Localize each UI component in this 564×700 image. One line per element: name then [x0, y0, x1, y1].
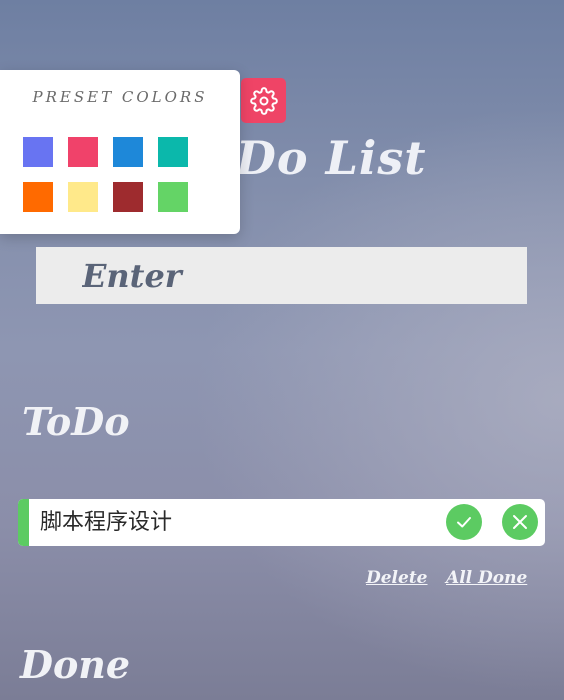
todo-section-title: ToDo: [22, 399, 130, 444]
delete-link[interactable]: Delete: [366, 568, 428, 588]
preset-colors-panel: PRESET COLORS: [0, 70, 240, 234]
color-swatch-8[interactable]: [158, 182, 188, 212]
color-swatch-1[interactable]: [23, 137, 53, 167]
todo-item-text: 脚本程序设计: [40, 510, 173, 535]
color-swatch-7[interactable]: [113, 182, 143, 212]
color-swatch-5[interactable]: [23, 182, 53, 212]
settings-button[interactable]: [241, 78, 286, 123]
remove-button[interactable]: [502, 504, 538, 540]
preset-colors-title: PRESET COLORS: [32, 88, 208, 106]
app-title: Do List: [236, 131, 427, 185]
todo-item-accent: [18, 499, 29, 546]
new-todo-input[interactable]: [36, 247, 527, 304]
check-icon: [457, 517, 471, 528]
color-swatch-4[interactable]: [158, 137, 188, 167]
done-section-title: Done: [20, 642, 131, 687]
color-swatch-6[interactable]: [68, 182, 98, 212]
all-done-link[interactable]: All Done: [446, 568, 527, 588]
todo-item: 脚本程序设计: [18, 499, 545, 546]
close-icon: [513, 515, 527, 529]
color-swatch-2[interactable]: [68, 137, 98, 167]
color-swatch-3[interactable]: [113, 137, 143, 167]
gear-icon: [249, 86, 278, 115]
complete-button[interactable]: [446, 504, 482, 540]
